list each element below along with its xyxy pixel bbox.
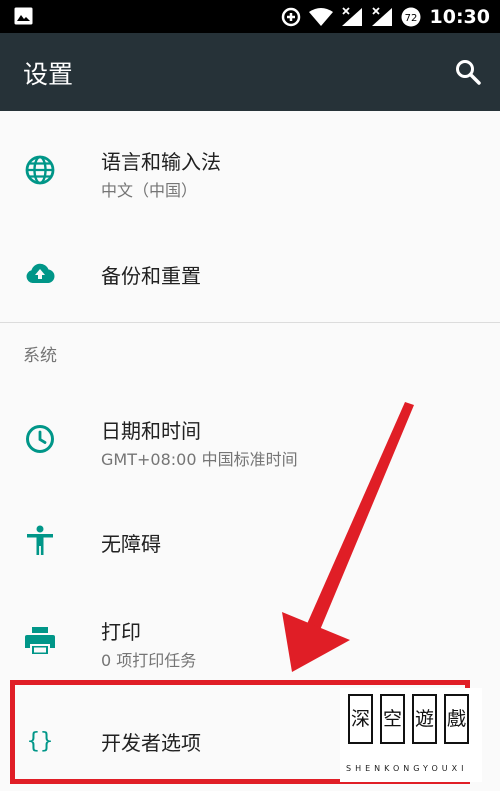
- watermark-char: 戲: [444, 694, 469, 744]
- signal-icon: [341, 6, 362, 26]
- section-divider: [0, 322, 500, 323]
- status-bar: 72 10:30: [0, 0, 500, 33]
- section-header-system: 系统: [23, 346, 57, 366]
- watermark-char: 深: [348, 694, 373, 744]
- item-primary-label: 日期和时间: [101, 419, 201, 443]
- item-primary-label: 语言和输入法: [101, 150, 221, 174]
- settings-item-language-input[interactable]: 语言和输入法 中文（中国）: [0, 112, 500, 232]
- cloud-upload-icon: [26, 263, 55, 283]
- battery-level: 72: [404, 13, 417, 24]
- status-time: 10:30: [429, 5, 490, 28]
- watermark-latin: SHENKONGYOUXI: [346, 764, 468, 773]
- settings-item-date-time[interactable]: 日期和时间 GMT+08:00 中国标准时间: [0, 386, 500, 494]
- watermark-char: 空: [380, 694, 405, 744]
- app-bar: 设置: [0, 33, 500, 111]
- settings-item-print[interactable]: 打印 0 项打印任务: [0, 586, 500, 682]
- printer-icon: [25, 627, 55, 654]
- search-icon[interactable]: [454, 58, 482, 86]
- accessibility-icon: [27, 525, 53, 555]
- item-primary-label: 无障碍: [101, 532, 161, 556]
- image-notification-icon: [14, 7, 33, 25]
- signal-icon-2: [371, 6, 392, 26]
- wifi-icon: [308, 7, 333, 26]
- watermark-char: 遊: [412, 694, 437, 744]
- item-primary-label: 备份和重置: [101, 264, 201, 288]
- globe-icon: [25, 155, 55, 185]
- settings-item-backup-reset[interactable]: 备份和重置: [0, 232, 500, 322]
- item-secondary-label: 0 项打印任务: [101, 651, 197, 670]
- item-secondary-label: GMT+08:00 中国标准时间: [101, 450, 298, 469]
- watermark-logo: 深 空 遊 戲 SHENKONGYOUXI: [340, 688, 482, 782]
- battery-icon: 72: [401, 7, 421, 26]
- item-primary-label: 打印: [101, 620, 141, 644]
- settings-item-accessibility[interactable]: 无障碍: [0, 494, 500, 586]
- data-saver-icon: [281, 7, 300, 26]
- item-secondary-label: 中文（中国）: [101, 181, 198, 200]
- page-title: 设置: [23, 60, 74, 89]
- clock-icon: [26, 425, 54, 453]
